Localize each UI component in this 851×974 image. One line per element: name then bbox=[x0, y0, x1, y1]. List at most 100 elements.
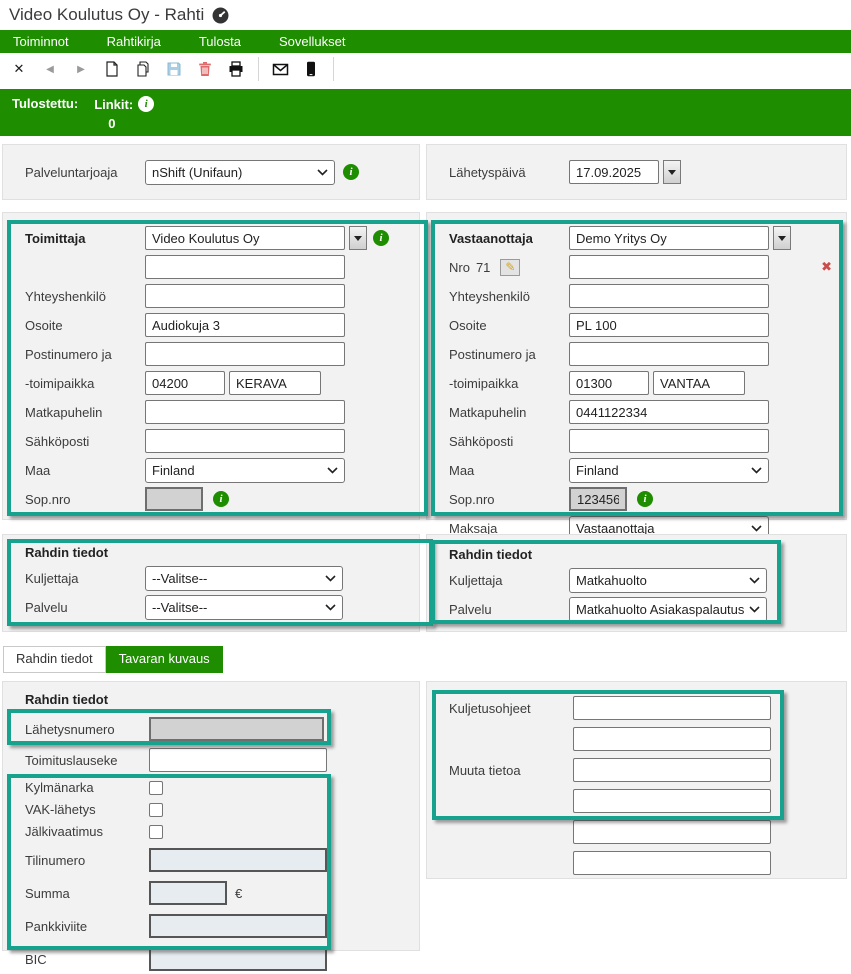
receiver-nro-value: 71 bbox=[476, 260, 490, 275]
sender-email-input[interactable] bbox=[145, 429, 345, 453]
receiver-postal-code-input[interactable] bbox=[569, 371, 649, 395]
sender-mobile-label: Matkapuhelin bbox=[25, 405, 145, 420]
other-info-label: Muuta tietoa bbox=[449, 763, 573, 778]
receiver-nro-input[interactable] bbox=[569, 255, 769, 279]
sender-name-dropdown-button[interactable] bbox=[349, 226, 367, 250]
receiver-postal-label-line2: -toimipaikka bbox=[449, 376, 569, 391]
copy-icon[interactable] bbox=[134, 60, 152, 78]
cold-sensitive-label: Kylmänarka bbox=[25, 780, 149, 795]
freight-details-panel: Rahdin tiedot Lähetysnumero Toimituslaus… bbox=[2, 681, 420, 951]
carrier-left-select[interactable]: --Valitse-- bbox=[145, 566, 343, 591]
ship-date-label: Lähetyspäivä bbox=[449, 165, 569, 180]
toolbar-separator bbox=[258, 57, 259, 81]
gauge-icon[interactable] bbox=[212, 7, 229, 24]
new-document-icon[interactable] bbox=[103, 60, 121, 78]
carrier-left-label: Kuljettaja bbox=[25, 571, 145, 586]
delivery-terms-label: Toimituslauseke bbox=[25, 753, 149, 768]
sender-name2-input[interactable] bbox=[145, 255, 345, 279]
sender-contract-info-icon[interactable] bbox=[213, 491, 229, 507]
tab-rahdin-tiedot[interactable]: Rahdin tiedot bbox=[3, 646, 106, 673]
account-input bbox=[149, 848, 327, 872]
other-info-input-3[interactable] bbox=[573, 820, 771, 844]
window-title: Video Koulutus Oy - Rahti bbox=[9, 5, 204, 25]
tab-tavaran-kuvaus[interactable]: Tavaran kuvaus bbox=[106, 646, 223, 673]
carrier-right-select[interactable]: Matkahuolto bbox=[569, 568, 767, 593]
receiver-contract-input bbox=[569, 487, 627, 511]
sender-address2-input[interactable] bbox=[145, 342, 345, 366]
sender-name-input[interactable] bbox=[145, 226, 345, 250]
sum-label: Summa bbox=[25, 886, 149, 901]
service-left-label: Palvelu bbox=[25, 600, 145, 615]
provider-select[interactable]: nShift (Unifaun) bbox=[145, 160, 335, 185]
next-icon[interactable] bbox=[72, 60, 90, 78]
menu-sovellukset[interactable]: Sovellukset bbox=[279, 34, 345, 49]
receiver-email-input[interactable] bbox=[569, 429, 769, 453]
menu-rahtikirja[interactable]: Rahtikirja bbox=[107, 34, 161, 49]
sender-address-input[interactable] bbox=[145, 313, 345, 337]
email-icon[interactable] bbox=[271, 60, 289, 78]
receiver-country-select[interactable]: Finland bbox=[569, 458, 769, 483]
menu-tulosta[interactable]: Tulosta bbox=[199, 34, 241, 49]
receiver-contact-label: Yhteyshenkilö bbox=[449, 289, 569, 304]
provider-info-icon[interactable] bbox=[343, 164, 359, 180]
sender-contract-input bbox=[145, 487, 203, 511]
other-info-input-2[interactable] bbox=[573, 789, 771, 813]
edit-pencil-icon[interactable] bbox=[500, 259, 520, 276]
sender-info-icon[interactable] bbox=[373, 230, 389, 246]
cold-sensitive-checkbox[interactable] bbox=[149, 781, 163, 795]
links-info-icon[interactable] bbox=[138, 96, 154, 112]
receiver-address2-input[interactable] bbox=[569, 342, 769, 366]
sum-input bbox=[149, 881, 227, 905]
transport-instructions-label: Kuljetusohjeet bbox=[449, 701, 573, 716]
sender-contact-label: Yhteyshenkilö bbox=[25, 289, 145, 304]
receiver-contract-info-icon[interactable] bbox=[637, 491, 653, 507]
receiver-mobile-input[interactable] bbox=[569, 400, 769, 424]
ship-date-input[interactable] bbox=[569, 160, 659, 184]
previous-icon[interactable] bbox=[41, 60, 59, 78]
sender-email-label: Sähköposti bbox=[25, 434, 145, 449]
receiver-mobile-label: Matkapuhelin bbox=[449, 405, 569, 420]
receiver-address-input[interactable] bbox=[569, 313, 769, 337]
close-icon[interactable] bbox=[10, 60, 28, 78]
receiver-name-input[interactable] bbox=[569, 226, 769, 250]
sender-country-select[interactable]: Finland bbox=[145, 458, 345, 483]
print-icon[interactable] bbox=[227, 60, 245, 78]
sender-city-input[interactable] bbox=[229, 371, 321, 395]
dangerous-goods-checkbox[interactable] bbox=[149, 803, 163, 817]
freight-carrier-left-panel: Rahdin tiedot Kuljettaja --Valitse-- Pal… bbox=[2, 534, 420, 632]
service-left-select[interactable]: --Valitse-- bbox=[145, 595, 343, 620]
menu-toiminnot[interactable]: Toiminnot bbox=[13, 34, 69, 49]
receiver-heading: Vastaanottaja bbox=[449, 231, 569, 246]
sender-panel: Toimittaja Yhteyshenkilö Osoite Postinum… bbox=[2, 212, 420, 520]
sender-contact-input[interactable] bbox=[145, 284, 345, 308]
sender-mobile-input[interactable] bbox=[145, 400, 345, 424]
receiver-country-label: Maa bbox=[449, 463, 569, 478]
service-right-select[interactable]: Matkahuolto Asiakaspalautus bbox=[569, 597, 767, 622]
ship-date-panel: Lähetyspäivä bbox=[426, 144, 847, 200]
freight-carrier-right-panel: Rahdin tiedot Kuljettaja Matkahuolto Pal… bbox=[426, 534, 847, 632]
delete-icon[interactable] bbox=[196, 60, 214, 78]
sender-postal-code-input[interactable] bbox=[145, 371, 225, 395]
account-label: Tilinumero bbox=[25, 853, 149, 868]
mobile-icon[interactable] bbox=[302, 60, 320, 78]
transport-instructions-input-1[interactable] bbox=[573, 696, 771, 720]
receiver-contact-input[interactable] bbox=[569, 284, 769, 308]
provider-label: Palveluntarjoaja bbox=[25, 165, 145, 180]
receiver-postal-label-line1: Postinumero ja bbox=[449, 347, 569, 362]
receiver-city-input[interactable] bbox=[653, 371, 745, 395]
window-titlebar: Video Koulutus Oy - Rahti bbox=[0, 0, 851, 30]
cod-checkbox[interactable] bbox=[149, 825, 163, 839]
other-info-input-4[interactable] bbox=[573, 851, 771, 875]
receiver-nro-label: Nro bbox=[449, 260, 470, 275]
receiver-name-dropdown-button[interactable] bbox=[773, 226, 791, 250]
links-count: 0 bbox=[94, 116, 154, 131]
other-info-input-1[interactable] bbox=[573, 758, 771, 782]
freight-right-heading: Rahdin tiedot bbox=[449, 547, 846, 562]
save-icon[interactable] bbox=[165, 60, 183, 78]
bic-input bbox=[149, 947, 327, 971]
delivery-terms-input[interactable] bbox=[149, 748, 327, 772]
freight-left-heading: Rahdin tiedot bbox=[25, 545, 419, 560]
transport-instructions-input-2[interactable] bbox=[573, 727, 771, 751]
remove-receiver-icon[interactable] bbox=[821, 259, 832, 275]
ship-date-dropdown-button[interactable] bbox=[663, 160, 681, 184]
